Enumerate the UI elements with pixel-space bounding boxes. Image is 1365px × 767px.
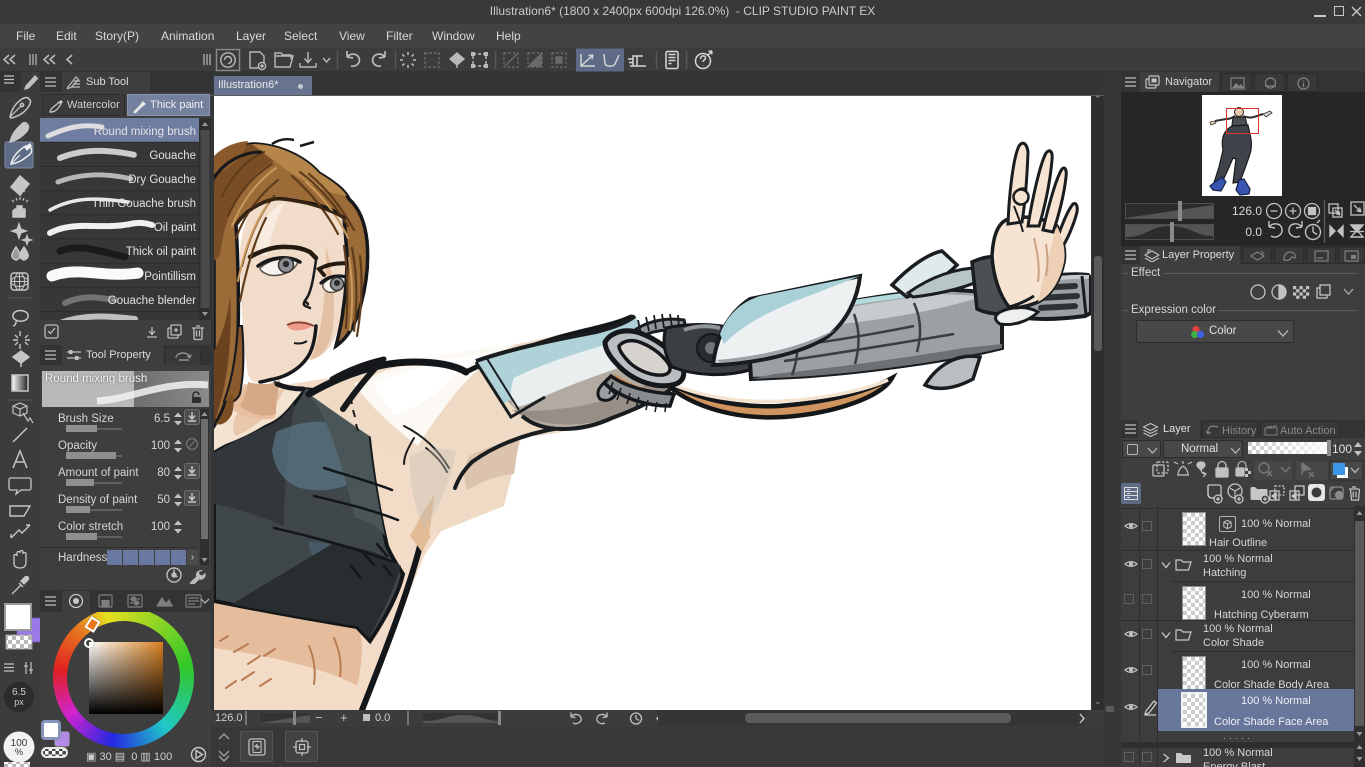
svg-text:Dry Gouache: Dry Gouache xyxy=(128,174,196,186)
svg-text:Gouache blender: Gouache blender xyxy=(108,295,196,307)
svg-text:Round mixing brush: Round mixing brush xyxy=(94,126,196,138)
svg-text:px: px xyxy=(14,697,24,707)
svg-text:Gouache: Gouache xyxy=(149,150,196,162)
svg-text:Thin Gouache brush: Thin Gouache brush xyxy=(92,198,196,210)
svg-text:Oil paint: Oil paint xyxy=(154,222,197,234)
svg-text:%: % xyxy=(15,747,23,757)
svg-text:Pointillism: Pointillism xyxy=(144,271,196,283)
svg-text:Thick oil paint: Thick oil paint xyxy=(126,246,197,258)
